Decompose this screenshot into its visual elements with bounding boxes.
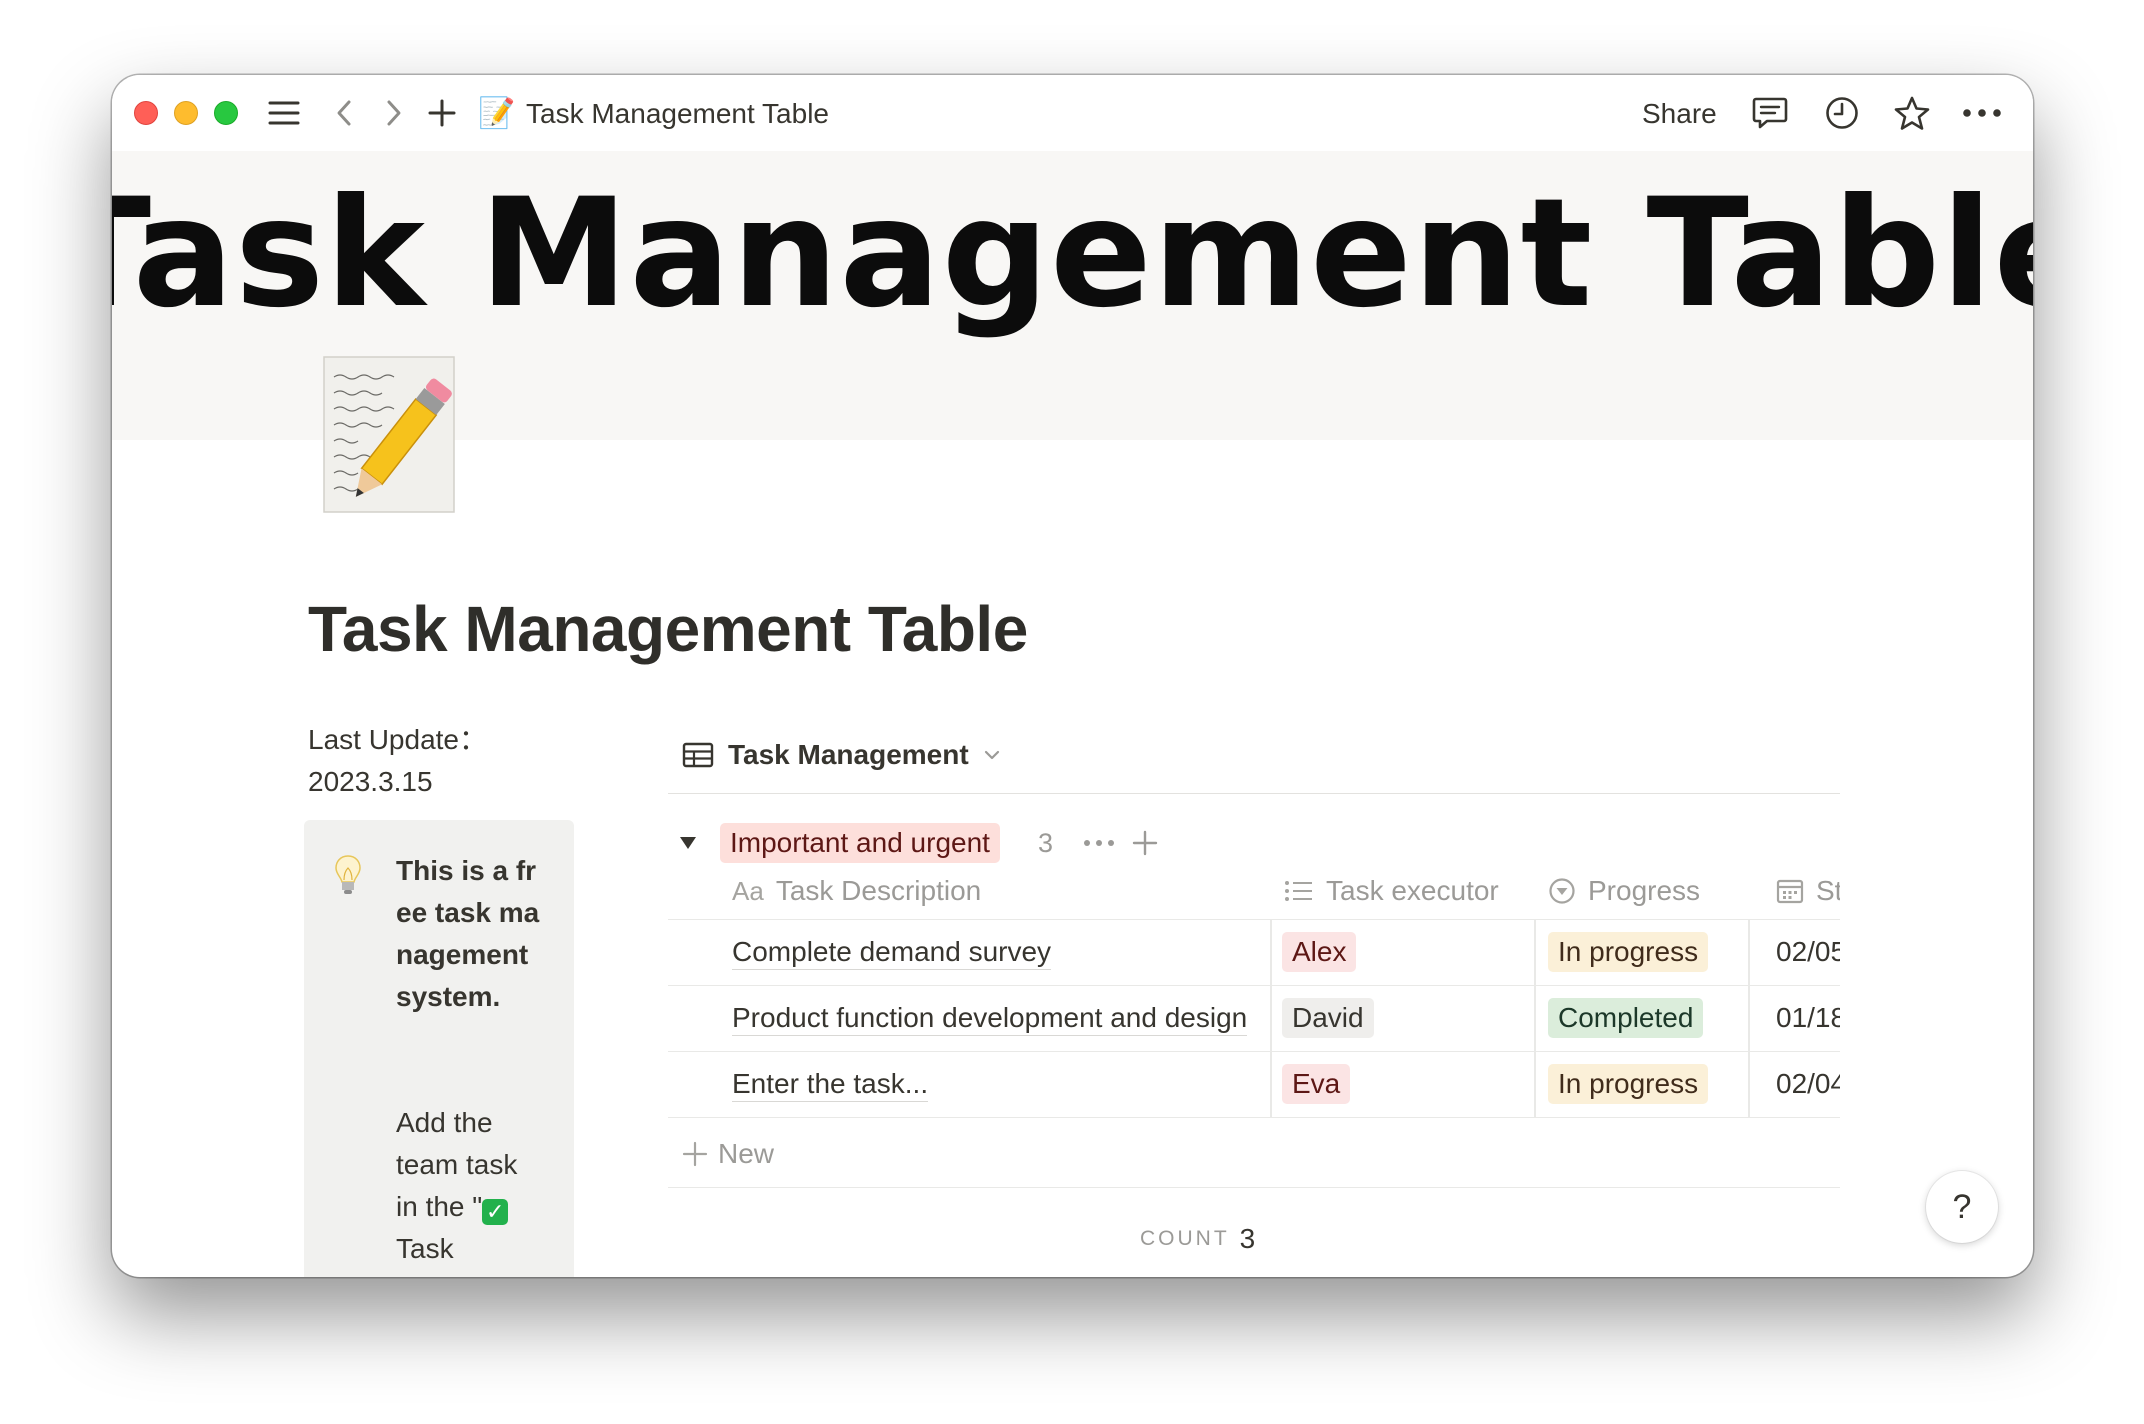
text-property-icon: Aa (732, 875, 764, 906)
back-arrow-icon[interactable] (326, 93, 362, 133)
plus-icon[interactable] (422, 93, 462, 133)
progress-tag: Completed (1548, 998, 1704, 1038)
database-view-selector[interactable]: Task Management (682, 733, 1001, 777)
last-update: Last Update： 2023.3.15 (308, 719, 487, 803)
page-title[interactable]: Task Management Table (308, 589, 1028, 669)
add-new-row-button[interactable]: New (668, 1121, 1840, 1188)
list-property-icon (1284, 879, 1314, 903)
task-description-text: Enter the task... (732, 1067, 929, 1102)
callout-block[interactable]: This is a free task management system. A… (304, 820, 574, 1277)
new-label: New (718, 1138, 775, 1169)
column-divider (1748, 1051, 1750, 1117)
group-toggle-triangle-icon[interactable] (678, 835, 698, 851)
callout-bold-text: This is a free task management system. (396, 855, 540, 1012)
start-date-cell[interactable]: 02/05 (1776, 919, 1840, 985)
group-header: Important and urgent 3 (678, 821, 1159, 865)
database-divider (668, 793, 1840, 794)
help-button[interactable]: ? (1926, 1171, 1998, 1243)
progress-tag: In progress (1548, 1064, 1709, 1104)
column-divider (1534, 919, 1536, 985)
column-label: Progress (1588, 875, 1701, 906)
column-divider (1534, 1051, 1536, 1117)
database-title: Task Management (728, 739, 969, 770)
group-count: 3 (1037, 827, 1053, 858)
group-tag[interactable]: Important and urgent (720, 823, 1000, 863)
menu-icon[interactable] (264, 93, 304, 133)
last-update-label: Last Update： (308, 724, 487, 755)
table-row[interactable]: Product function development and design … (668, 985, 1840, 1052)
table-row[interactable]: Enter the task... Eva In progress 02/04 (668, 1051, 1840, 1118)
task-description-text: Product function development and design (732, 1001, 1248, 1036)
task-table: Aa Task Description Task executor Progre… (668, 863, 1840, 1121)
task-description-text: Complete demand survey (732, 935, 1052, 970)
count-label: COUNT (1140, 1227, 1230, 1250)
clock-icon[interactable] (1820, 93, 1864, 133)
forward-arrow-icon[interactable] (376, 93, 412, 133)
progress-cell[interactable]: In progress (1548, 1051, 1709, 1117)
status-property-icon (1548, 877, 1576, 905)
column-header-task-executor[interactable]: Task executor (1284, 863, 1499, 919)
column-divider (1748, 919, 1750, 985)
start-date-cell[interactable]: 01/18 (1776, 985, 1840, 1051)
executor-tag: David (1282, 998, 1374, 1038)
breadcrumb-memo-icon[interactable]: 📝 (478, 95, 515, 133)
task-executor-cell[interactable]: Eva (1282, 1051, 1351, 1117)
progress-cell[interactable]: Completed (1548, 985, 1704, 1051)
close-window-button[interactable] (134, 101, 158, 125)
count-value: 3 (1239, 1223, 1256, 1254)
group-more-icon[interactable] (1083, 839, 1115, 847)
column-header-start[interactable]: Start (1776, 863, 1840, 919)
title-bar: 📝 Task Management Table Share (112, 75, 2033, 151)
task-executor-cell[interactable]: Alex (1282, 919, 1357, 985)
table-icon (682, 742, 714, 768)
callout-text-after: Task (396, 1233, 454, 1264)
column-header-progress[interactable]: Progress (1548, 863, 1700, 919)
app-window: 📝 Task Management Table Share Task Manag… (112, 75, 2033, 1277)
calendar-property-icon (1776, 878, 1804, 904)
check-mark-icon: ✓ (482, 1199, 509, 1225)
column-header-task-description[interactable]: Aa Task Description (732, 863, 981, 919)
callout-text: Add the team task in the " ✓ Task (396, 1102, 546, 1270)
table-row[interactable]: Complete demand survey Alex In progress … (668, 919, 1840, 986)
column-divider (1748, 985, 1750, 1051)
memo-pencil-icon[interactable] (322, 355, 460, 515)
breadcrumb-title[interactable]: Task Management Table (526, 95, 829, 133)
lightbulb-icon[interactable] (334, 854, 362, 898)
progress-tag: In progress (1548, 932, 1709, 972)
table-header-row: Aa Task Description Task executor Progre… (668, 863, 1840, 920)
new-plus-icon (682, 1141, 708, 1167)
group-add-plus-icon[interactable] (1131, 829, 1159, 857)
count-calculation[interactable]: COUNT 3 (1140, 1223, 1255, 1255)
star-icon[interactable] (1890, 93, 1934, 133)
task-description-cell[interactable]: Complete demand survey (732, 919, 1292, 985)
zoom-window-button[interactable] (214, 101, 238, 125)
minimize-window-button[interactable] (174, 101, 198, 125)
executor-tag: Alex (1282, 932, 1357, 972)
task-description-cell[interactable]: Product function development and design (732, 985, 1270, 1051)
column-divider (1534, 985, 1536, 1051)
comment-icon[interactable] (1748, 93, 1792, 133)
column-label: Start (1816, 875, 1840, 906)
column-label: Task executor (1326, 875, 1499, 906)
start-date-cell[interactable]: 02/04 (1776, 1051, 1840, 1117)
last-update-value: 2023.3.15 (308, 766, 433, 797)
more-icon[interactable] (1958, 93, 2006, 133)
column-divider (1270, 1051, 1272, 1117)
chevron-down-icon (983, 749, 1001, 761)
column-divider (1270, 919, 1272, 985)
executor-tag: Eva (1282, 1064, 1351, 1104)
share-button[interactable]: Share (1642, 95, 1717, 133)
task-executor-cell[interactable]: David (1282, 985, 1374, 1051)
progress-cell[interactable]: In progress (1548, 919, 1709, 985)
task-description-cell[interactable]: Enter the task... (732, 1051, 1270, 1117)
column-divider (1270, 985, 1272, 1051)
column-label: Task Description (775, 875, 982, 906)
